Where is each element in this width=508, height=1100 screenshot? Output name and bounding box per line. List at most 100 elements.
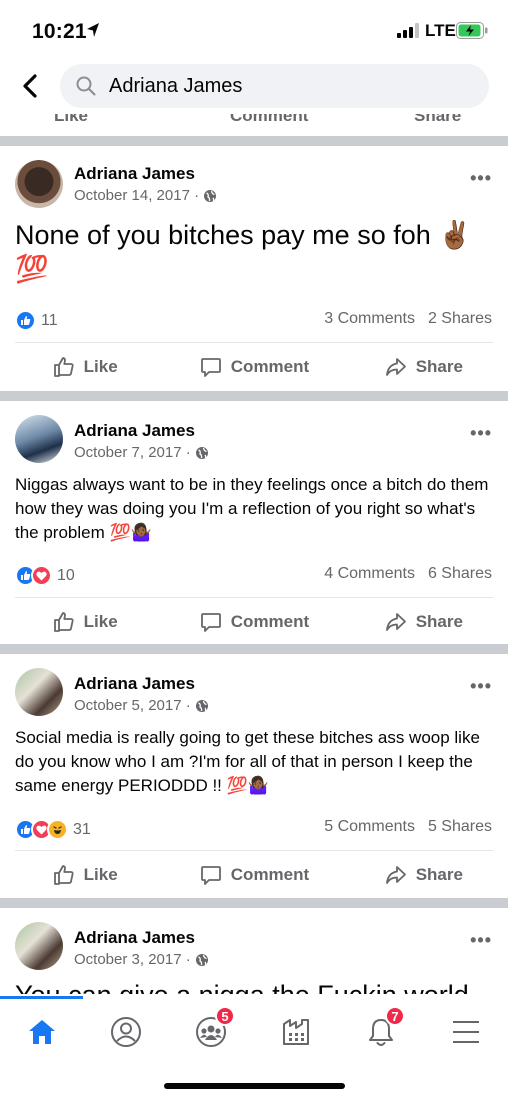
network-type: LTE [425,21,456,40]
public-globe-icon [195,953,208,966]
bottom-tab-bar: 5 7 [0,996,508,1100]
avatar[interactable] [15,415,63,463]
post-text: Social media is really going to get thes… [15,728,480,795]
comments-count[interactable]: 3 Comments [324,310,415,328]
author-name[interactable]: Adriana James [74,164,195,184]
post-text: None of you bitches pay me so foh ✌🏾 💯 [15,220,472,284]
post-meta: October 3, 2017 · [74,951,209,968]
like-label: Like [83,865,118,884]
haha-reaction-icon [47,819,68,840]
action-separator [15,342,493,343]
post-stats: 4 Comments 6 Shares [324,565,492,583]
shares-count[interactable]: 5 Shares [428,818,492,836]
tab-groups[interactable]: 5 [191,1006,235,1052]
search-header: Adriana James [0,60,508,114]
comment-icon [200,613,221,632]
previous-post-actions: Like Comment Share [0,114,508,136]
post-date[interactable]: October 3, 2017 · [74,951,191,968]
previous-like-label[interactable]: Like [54,114,88,126]
share-button[interactable]: Share [339,855,508,895]
post-actions: Like Comment Share [0,855,508,895]
more-options-icon[interactable]: ••• [470,423,492,444]
more-options-icon[interactable]: ••• [470,930,492,951]
like-icon [53,865,74,885]
avatar[interactable] [15,922,63,970]
active-tab-indicator [0,996,83,999]
back-arrow-icon [23,74,37,98]
back-button[interactable] [14,69,46,103]
post-card: Adriana James October 3, 2017 · ••• You … [0,908,508,994]
avatar[interactable] [15,160,63,208]
search-input[interactable]: Adriana James [60,64,489,108]
like-button[interactable]: Like [0,602,169,642]
post-card: Adriana James October 7, 2017 · ••• Nigg… [0,401,508,644]
reaction-count: 31 [73,820,91,838]
comment-button[interactable]: Comment [169,855,338,895]
post-card: Adriana James October 14, 2017 · ••• Non… [0,146,508,391]
author-name[interactable]: Adriana James [74,421,195,441]
post-feed: Like Comment Share Adriana James October… [0,114,508,994]
reaction-summary[interactable]: 10 [15,565,75,586]
public-globe-icon [195,446,208,459]
tab-marketplace[interactable] [276,1012,316,1052]
post-date[interactable]: October 5, 2017 · [74,697,191,714]
author-name[interactable]: Adriana James [74,928,195,948]
like-icon [53,612,74,632]
tab-profile[interactable] [106,1012,146,1052]
share-label: Share [415,612,463,631]
share-icon [385,613,406,631]
reaction-summary[interactable]: 31 [15,819,91,840]
reaction-summary[interactable]: 11 [15,310,58,331]
post-actions: Like Comment Share [0,347,508,387]
action-separator [15,850,493,851]
more-options-icon[interactable]: ••• [470,168,492,189]
comment-label: Comment [230,612,310,631]
home-indicator[interactable] [164,1083,345,1089]
search-query: Adriana James [109,75,243,97]
comments-count[interactable]: 4 Comments [324,565,415,583]
shares-count[interactable]: 6 Shares [428,565,492,583]
reaction-count: 10 [57,566,75,584]
share-label: Share [415,357,463,376]
avatar[interactable] [15,668,63,716]
post-meta: October 5, 2017 · [74,697,209,714]
battery-charging-icon [456,22,488,39]
comments-count[interactable]: 5 Comments [324,818,415,836]
tab-notifications[interactable]: 7 [361,1006,405,1052]
comment-label: Comment [230,865,310,884]
like-button[interactable]: Like [0,855,169,895]
like-label: Like [83,357,118,376]
comment-label: Comment [230,357,310,376]
share-icon [385,866,406,884]
share-label: Share [415,865,463,884]
groups-badge: 5 [215,1006,235,1026]
comment-icon [200,866,221,885]
profile-icon [111,1017,141,1047]
like-label: Like [83,612,118,631]
public-globe-icon [204,189,217,202]
like-reaction-icon [15,310,36,331]
share-button[interactable]: Share [339,602,508,642]
public-globe-icon [195,699,208,712]
post-date[interactable]: October 14, 2017 · [74,187,199,204]
shares-count[interactable]: 2 Shares [428,310,492,328]
previous-share-label[interactable]: Share [414,114,461,126]
comment-button[interactable]: Comment [169,602,338,642]
reaction-count: 11 [41,311,58,329]
post-meta: October 14, 2017 · [74,187,217,204]
post-date[interactable]: October 7, 2017 · [74,444,191,461]
previous-comment-label[interactable]: Comment [230,114,308,126]
tab-home[interactable] [22,1012,62,1052]
share-button[interactable]: Share [339,347,508,387]
like-button[interactable]: Like [0,347,169,387]
tab-menu[interactable] [446,1012,486,1052]
more-options-icon[interactable]: ••• [470,676,492,697]
post-stats: 3 Comments 2 Shares [324,310,492,328]
post-actions: Like Comment Share [0,602,508,642]
post-text: You can give a nigga the Fuckin world [15,978,469,994]
author-name[interactable]: Adriana James [74,674,195,694]
post-divider [0,644,508,654]
comment-button[interactable]: Comment [169,347,338,387]
signal-icon [397,23,419,38]
post-divider [0,391,508,401]
